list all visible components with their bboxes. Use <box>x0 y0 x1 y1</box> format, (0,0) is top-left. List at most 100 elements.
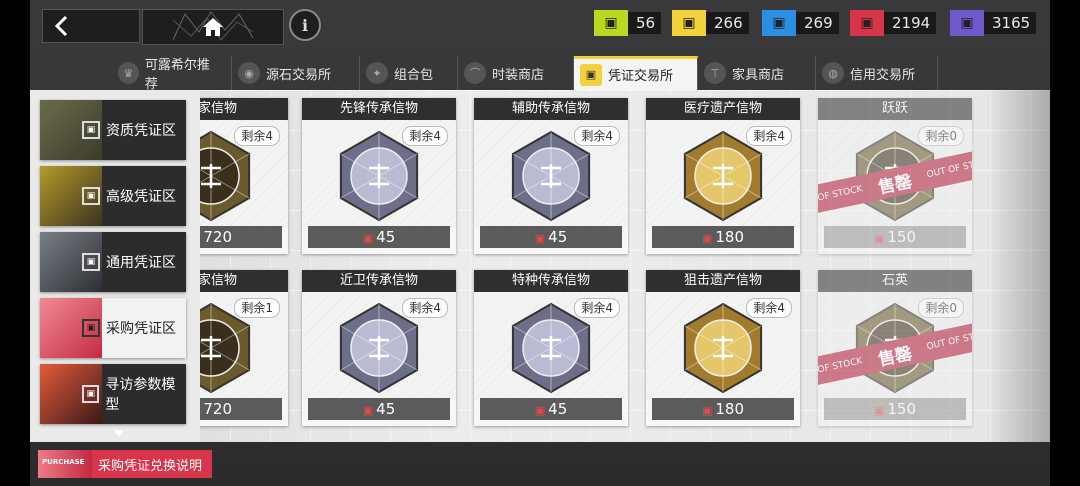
resource-blue-token[interactable]: ▣ 269 <box>762 10 839 36</box>
scroll-fade <box>986 90 1050 442</box>
tab-label: 信用交易所 <box>850 67 916 83</box>
tab-6[interactable]: ◍ 信用交易所 <box>816 56 938 90</box>
resource-value: 266 <box>706 12 749 34</box>
category-list: ▣ 资质凭证区 ▣ 高级凭证区 ▣ 通用凭证区 ▣ 采购凭证区 ▣ 寻访参数模型 <box>30 90 200 442</box>
info-button[interactable]: i <box>289 9 321 41</box>
goods-card[interactable]: 特种传承信物 剩余4 ▣ 45 <box>474 270 628 426</box>
tab-icon: ⌒ <box>464 62 486 84</box>
goods-card[interactable]: 狙击遗产信物 剩余4 ▣ 180 <box>646 270 800 426</box>
category-4[interactable]: ▣ 寻访参数模型 <box>40 364 186 424</box>
sold-out-text: 售罄 <box>876 171 914 199</box>
tab-0[interactable]: ♛ 可露希尔推荐 <box>112 56 232 92</box>
tab-label: 时装商店 <box>492 67 545 83</box>
tab-label: 组合包 <box>394 67 434 83</box>
tab-label: 凭证交易所 <box>608 69 674 84</box>
resource-green-token[interactable]: ▣ 56 <box>594 10 662 36</box>
voucher-icon: ▣ <box>82 319 100 337</box>
category-text: 高级凭证区 <box>106 189 176 205</box>
red-token-icon: ▣ <box>873 404 885 417</box>
price-value: 720 <box>203 228 233 246</box>
purple-token-icon: ▣ <box>950 10 984 36</box>
tab-3[interactable]: ⌒ 时装商店 <box>458 56 574 90</box>
resource-value: 269 <box>796 12 839 34</box>
price-value: 45 <box>548 400 568 418</box>
tab-label: 可露希尔推荐 <box>144 58 210 92</box>
stock-badge: 剩余0 <box>918 298 964 318</box>
tab-5[interactable]: ⊤ 家具商店 <box>698 56 816 90</box>
category-1[interactable]: ▣ 高级凭证区 <box>40 166 186 226</box>
goods-card[interactable]: 近卫传承信物 剩余4 ▣ 45 <box>302 270 456 426</box>
scroll-down-icon[interactable] <box>114 430 124 437</box>
red-token-icon: ▣ <box>850 10 884 36</box>
letterbox-left <box>0 0 30 486</box>
back-button[interactable] <box>42 9 140 43</box>
price-value: 45 <box>376 400 396 418</box>
tab-label: 家具商店 <box>732 67 785 83</box>
red-token-icon: ▣ <box>701 232 713 245</box>
resource-value: 3165 <box>984 12 1037 34</box>
stock-badge: 剩余4 <box>574 126 620 146</box>
shop-tabs: ♛ 可露希尔推荐 ◉ 源石交易所 ✦ 组合包 ⌒ 时装商店 ▣ 凭证交易所 ⊤ 家具商店 ◍ 信用交易所 <box>112 56 938 92</box>
tab-icon: ▣ <box>580 63 602 86</box>
stock-badge: 剩余0 <box>918 126 964 146</box>
voucher-icon: ▣ <box>82 187 100 205</box>
goods-title: 石英 <box>818 270 972 292</box>
goods-title: 狙击遗产信物 <box>646 270 800 292</box>
price-value: 150 <box>887 228 917 246</box>
price-tag: ▣ 45 <box>480 226 622 248</box>
price-value: 180 <box>715 228 745 246</box>
home-button[interactable] <box>142 9 284 45</box>
tab-2[interactable]: ✦ 组合包 <box>360 56 458 90</box>
category-2[interactable]: ▣ 通用凭证区 <box>40 232 186 292</box>
sold-out-right-text: OUT OF ST <box>925 160 972 181</box>
stock-badge: 剩余4 <box>402 126 448 146</box>
tab-4[interactable]: ▣ 凭证交易所 <box>574 56 698 90</box>
goods-card[interactable]: 医疗遗产信物 剩余4 ▣ 180 <box>646 98 800 254</box>
category-label: ▣ 采购凭证区 <box>82 298 176 358</box>
goods-title: 辅助传承信物 <box>474 98 628 120</box>
red-token-icon: ▣ <box>873 232 885 245</box>
sold-out-left-text: OF STOCK <box>818 356 864 376</box>
sold-out-left-text: OF STOCK <box>818 184 864 204</box>
tab-icon: ⊤ <box>704 62 726 84</box>
category-label: ▣ 寻访参数模型 <box>82 364 186 424</box>
stock-badge: 剩余4 <box>574 298 620 318</box>
yellow-token-icon: ▣ <box>672 10 706 36</box>
red-token-icon: ▣ <box>534 232 546 245</box>
tab-label: 源石交易所 <box>266 67 332 83</box>
price-value: 45 <box>548 228 568 246</box>
price-tag: ▣ 150 <box>824 398 966 420</box>
goods-card[interactable]: 辅助传承信物剩余4 ▣ 45 <box>474 98 628 254</box>
voucher-icon: ▣ <box>82 253 100 271</box>
category-text: 寻访参数模型 <box>105 377 176 413</box>
category-label: ▣ 高级凭证区 <box>82 166 176 226</box>
category-0[interactable]: ▣ 资质凭证区 <box>40 100 186 160</box>
exchange-info-button[interactable]: PURCHASE 采购凭证兑换说明 <box>38 450 212 478</box>
red-token-icon: ▣ <box>362 404 374 417</box>
resource-purple-token[interactable]: ▣ 3165 <box>950 10 1037 36</box>
category-label: ▣ 资质凭证区 <box>82 100 176 160</box>
price-tag: ▣ 45 <box>308 398 450 420</box>
red-token-icon: ▣ <box>534 404 546 417</box>
tab-icon: ✦ <box>366 62 388 84</box>
voucher-icon: ▣ <box>82 385 100 403</box>
price-tag: ▣ 45 <box>480 398 622 420</box>
resource-value: 56 <box>628 12 662 34</box>
category-text: 采购凭证区 <box>106 321 176 337</box>
resource-yellow-token[interactable]: ▣ 266 <box>672 10 749 36</box>
exchange-info-label: 采购凭证兑换说明 <box>98 458 203 474</box>
resource-red-token[interactable]: ▣ 2194 <box>850 10 937 36</box>
goods-card[interactable]: 先锋传承信物 剩余4 ▣ 45 <box>302 98 456 254</box>
price-tag: ▣ 180 <box>652 226 794 248</box>
goods-title: 近卫传承信物 <box>302 270 456 292</box>
price-value: 150 <box>887 400 917 418</box>
resource-value: 2194 <box>884 12 937 34</box>
goods-card: 跃跃 剩余0 ▣ 150 OF STOCK 售罄 OUT OF ST <box>818 98 972 254</box>
tab-1[interactable]: ◉ 源石交易所 <box>232 56 360 90</box>
category-3[interactable]: ▣ 采购凭证区 <box>40 298 186 358</box>
goods-title: 先锋传承信物 <box>302 98 456 120</box>
tab-icon: ◉ <box>238 62 260 84</box>
home-icon <box>203 18 223 36</box>
stock-badge: 剩余4 <box>746 298 792 318</box>
red-token-icon: ▣ <box>701 404 713 417</box>
